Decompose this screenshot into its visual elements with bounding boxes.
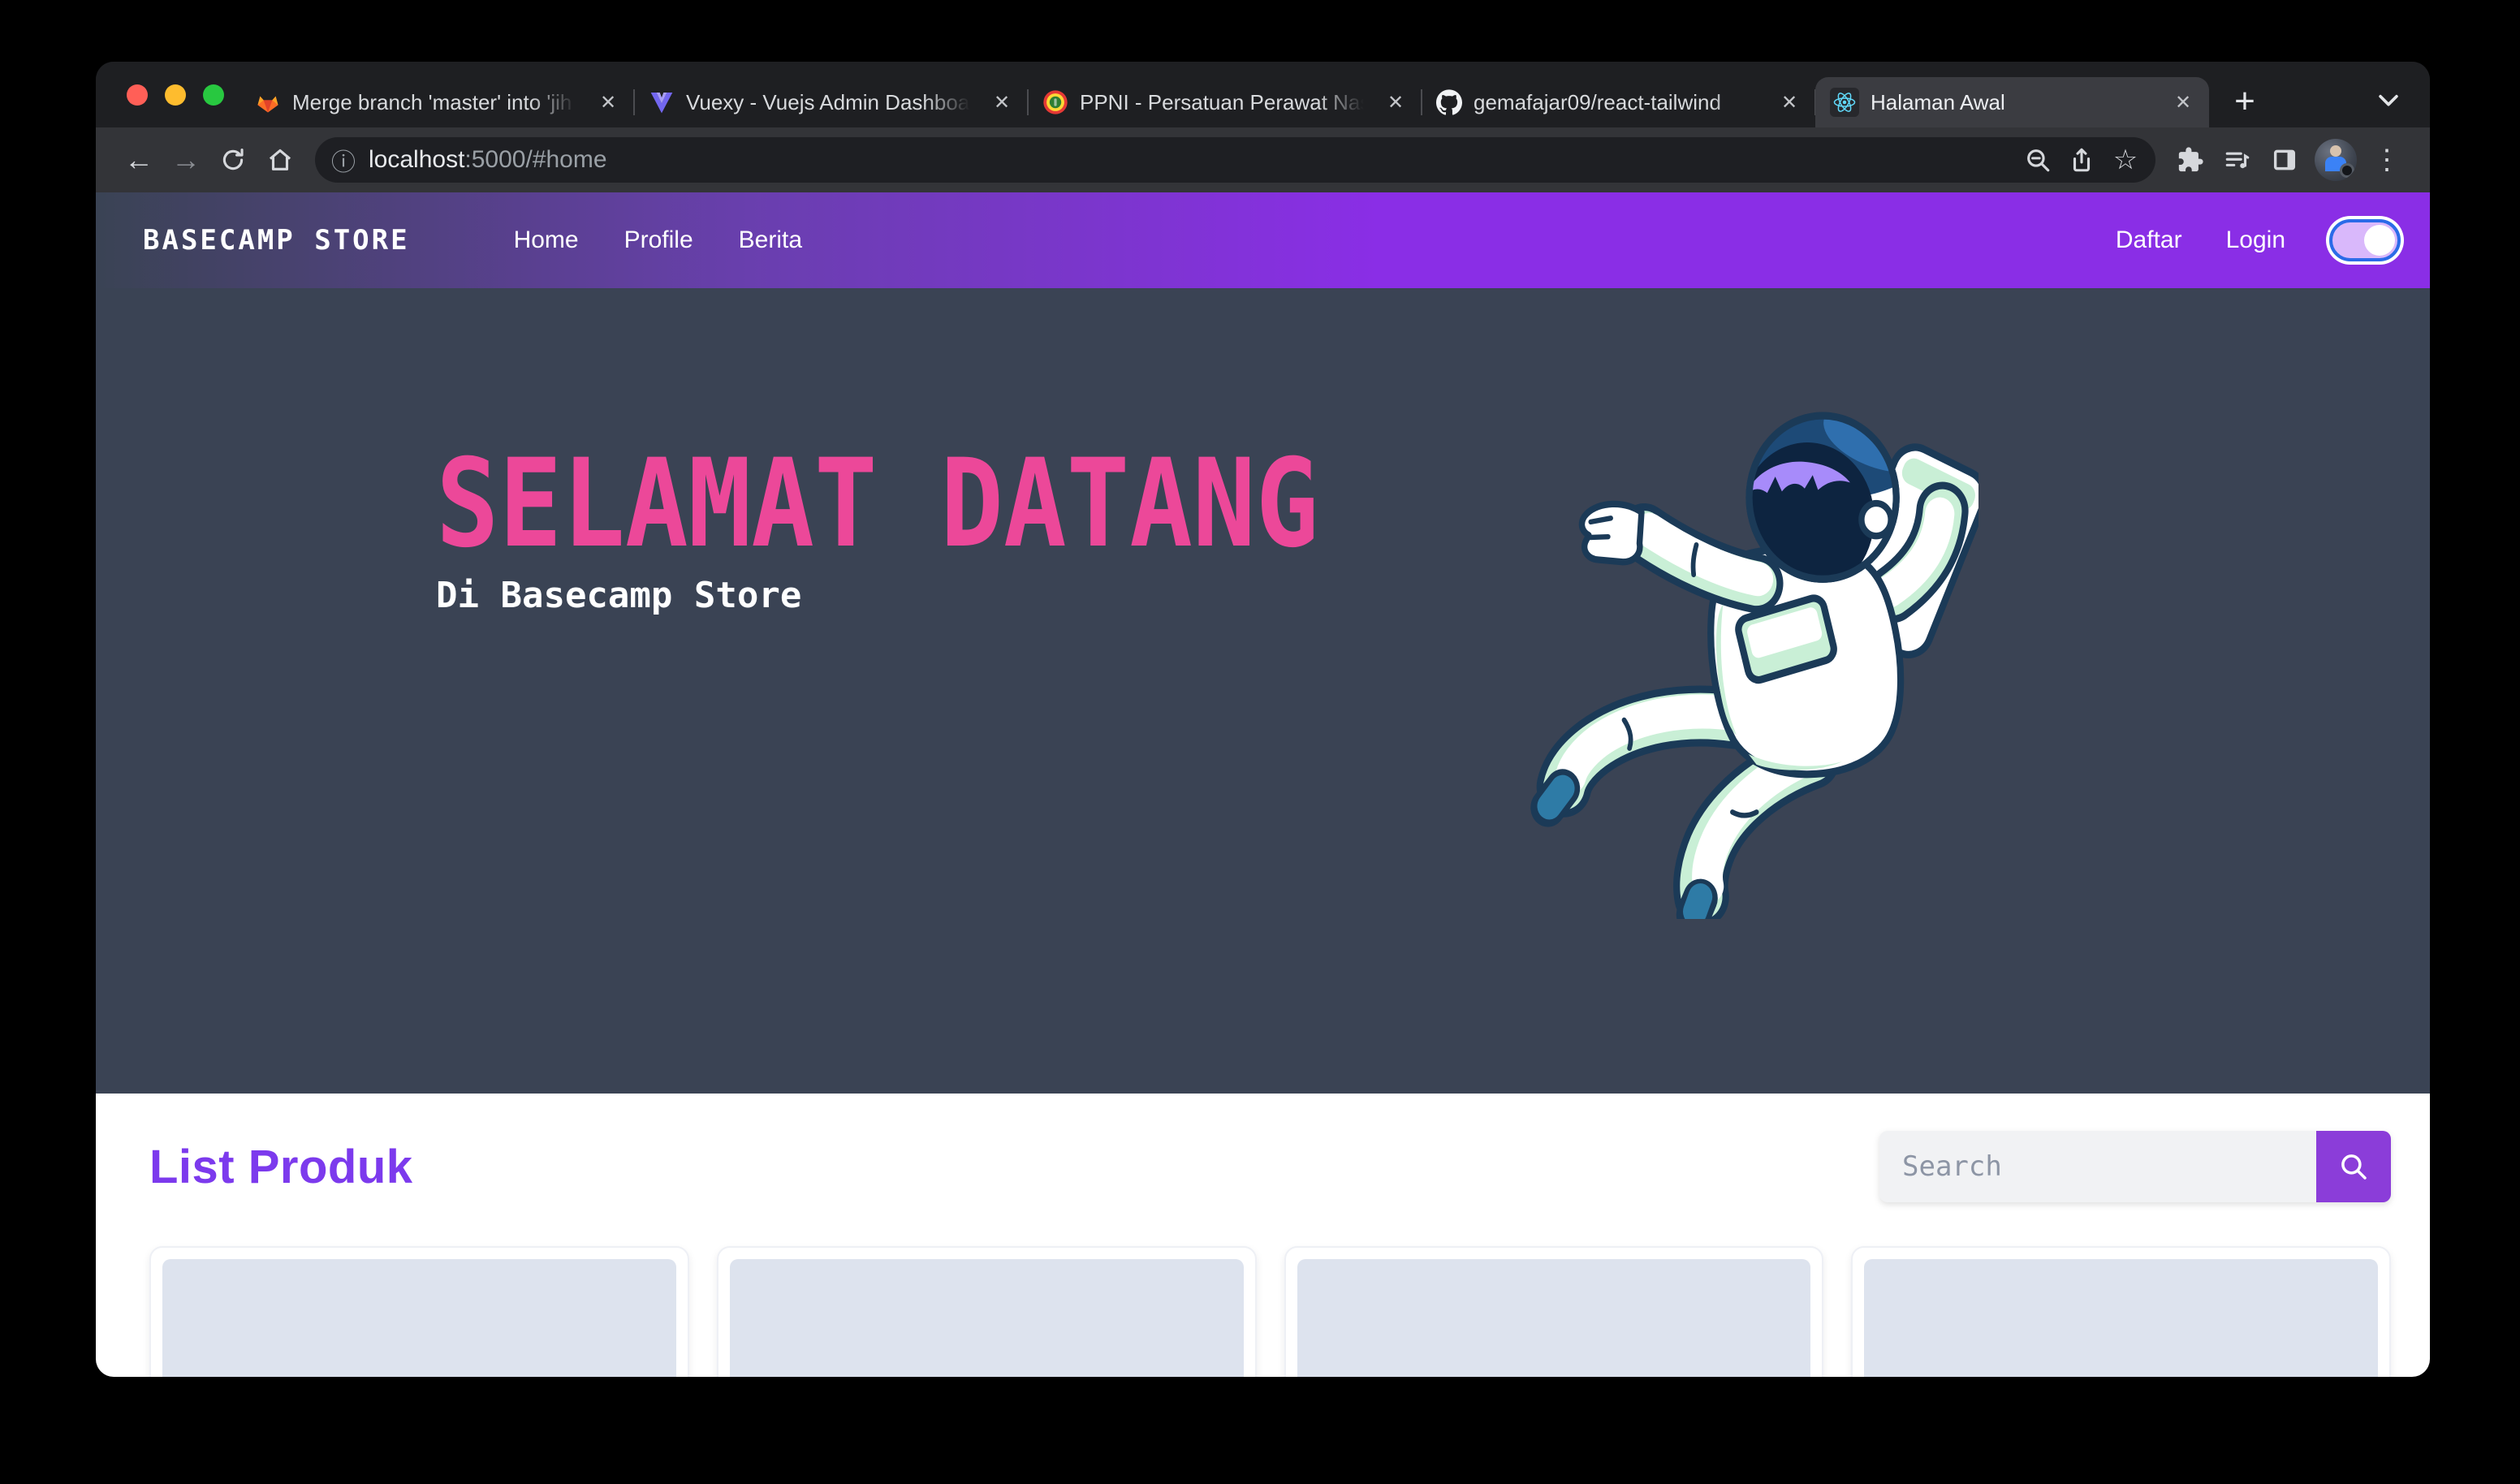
products-section: List Produk	[96, 1094, 2430, 1377]
home-icon[interactable]	[257, 136, 304, 183]
tab-vuexy[interactable]: Vuexy - Vuejs Admin Dashboar ✕	[634, 77, 1028, 127]
site-brand[interactable]: BASECAMP STORE	[143, 224, 410, 257]
url-path: :5000/#home	[464, 146, 606, 173]
site-info-icon[interactable]: ⓘ	[331, 142, 356, 178]
github-icon	[1436, 89, 1462, 115]
url-bar[interactable]: ⓘ localhost:5000/#home ☆	[315, 137, 2155, 183]
tab-gitlab-merge[interactable]: Merge branch 'master' into 'jih ✕	[240, 77, 634, 127]
tab-title: PPNI - Persatuan Perawat Nasi	[1080, 90, 1370, 115]
nav-link-home[interactable]: Home	[514, 226, 579, 254]
search-widget	[1879, 1131, 2391, 1202]
side-panel-icon[interactable]	[2261, 136, 2308, 183]
vuexy-icon	[649, 89, 675, 115]
tab-title: Merge branch 'master' into 'jih	[292, 90, 582, 115]
new-tab-button[interactable]: +	[2222, 79, 2268, 124]
profile-avatar[interactable]	[2315, 139, 2357, 181]
close-icon[interactable]: ✕	[1775, 88, 1804, 117]
close-icon[interactable]: ✕	[987, 88, 1016, 117]
nav-link-profile[interactable]: Profile	[624, 226, 693, 254]
browser-menu-icon[interactable]: ⋮	[2363, 136, 2410, 183]
window-controls	[96, 62, 224, 127]
dark-mode-toggle[interactable]	[2329, 219, 2401, 261]
product-card[interactable]	[149, 1246, 689, 1377]
traffic-light-close[interactable]	[127, 84, 148, 106]
hero-title: SELAMAT DATANG	[436, 438, 1318, 570]
search-input[interactable]	[1879, 1131, 2316, 1202]
nav-link-login[interactable]: Login	[2226, 226, 2285, 254]
traffic-light-minimize[interactable]	[165, 84, 186, 106]
product-image-placeholder	[730, 1259, 1244, 1377]
desktop-background: { "chrome": { "tabs": [ { "title": "Merg…	[0, 0, 2520, 1484]
share-icon[interactable]	[2060, 136, 2104, 183]
astronaut-illustration	[1524, 399, 1978, 919]
tabs: Merge branch 'master' into 'jih ✕ Vuexy …	[240, 62, 2268, 127]
tab-strip: Merge branch 'master' into 'jih ✕ Vuexy …	[96, 62, 2430, 127]
chevron-down-icon[interactable]	[2375, 86, 2402, 118]
url-host: localhost	[369, 146, 464, 173]
omnibox-actions: ☆	[2016, 136, 2147, 183]
site-nav-links: Home Profile Berita	[514, 226, 802, 254]
nav-link-berita[interactable]: Berita	[739, 226, 802, 254]
product-image-placeholder	[1864, 1259, 2378, 1377]
tab-ppni[interactable]: PPNI - Persatuan Perawat Nasi ✕	[1028, 77, 1422, 127]
close-icon[interactable]: ✕	[593, 88, 623, 117]
products-header: List Produk	[149, 1094, 2391, 1202]
hero-subtitle: Di Basecamp Store	[436, 575, 1462, 616]
site-navbar: BASECAMP STORE Home Profile Berita Dafta…	[96, 192, 2430, 288]
hero-text: SELAMAT DATANG Di Basecamp Store	[436, 438, 1462, 616]
hero-section: SELAMAT DATANG Di Basecamp Store	[96, 288, 2430, 1094]
forward-icon[interactable]: →	[162, 136, 209, 183]
gitlab-icon	[255, 89, 281, 115]
site-nav-actions: Daftar Login	[2116, 219, 2401, 261]
tab-github-repo[interactable]: gemafajar09/react-tailwind ✕	[1422, 77, 1815, 127]
product-card[interactable]	[1284, 1246, 1824, 1377]
search-button[interactable]	[2316, 1131, 2391, 1202]
close-icon[interactable]: ✕	[1381, 88, 1410, 117]
close-icon[interactable]: ✕	[2168, 88, 2198, 117]
reload-icon[interactable]	[209, 136, 257, 183]
product-card[interactable]	[1851, 1246, 2391, 1377]
product-image-placeholder	[162, 1259, 676, 1377]
traffic-light-zoom[interactable]	[203, 84, 224, 106]
url-text: localhost:5000/#home	[369, 146, 607, 174]
product-card-grid	[149, 1246, 2391, 1377]
bookmark-star-icon[interactable]: ☆	[2104, 136, 2147, 183]
browser-window: Merge branch 'master' into 'jih ✕ Vuexy …	[96, 62, 2430, 1377]
zoom-icon[interactable]	[2016, 136, 2060, 183]
search-icon	[2337, 1150, 2371, 1184]
react-icon	[1830, 88, 1859, 117]
product-image-placeholder	[1297, 1259, 1811, 1377]
tab-title: Vuexy - Vuejs Admin Dashboar	[686, 90, 976, 115]
media-controls-icon[interactable]	[2214, 136, 2261, 183]
ppni-icon	[1042, 89, 1068, 115]
back-icon[interactable]: ←	[115, 136, 162, 183]
product-card[interactable]	[717, 1246, 1257, 1377]
tab-halaman-awal-active[interactable]: Halaman Awal ✕	[1815, 77, 2209, 127]
extensions-puzzle-icon[interactable]	[2167, 136, 2214, 183]
tab-title: gemafajar09/react-tailwind	[1474, 90, 1763, 115]
browser-toolbar: ← → ⓘ localhost:5000/#home ☆	[96, 127, 2430, 192]
page-title: List Produk	[149, 1140, 413, 1194]
tab-title: Halaman Awal	[1871, 90, 2157, 115]
nav-link-daftar[interactable]: Daftar	[2116, 226, 2182, 254]
toggle-knob	[2364, 225, 2395, 256]
